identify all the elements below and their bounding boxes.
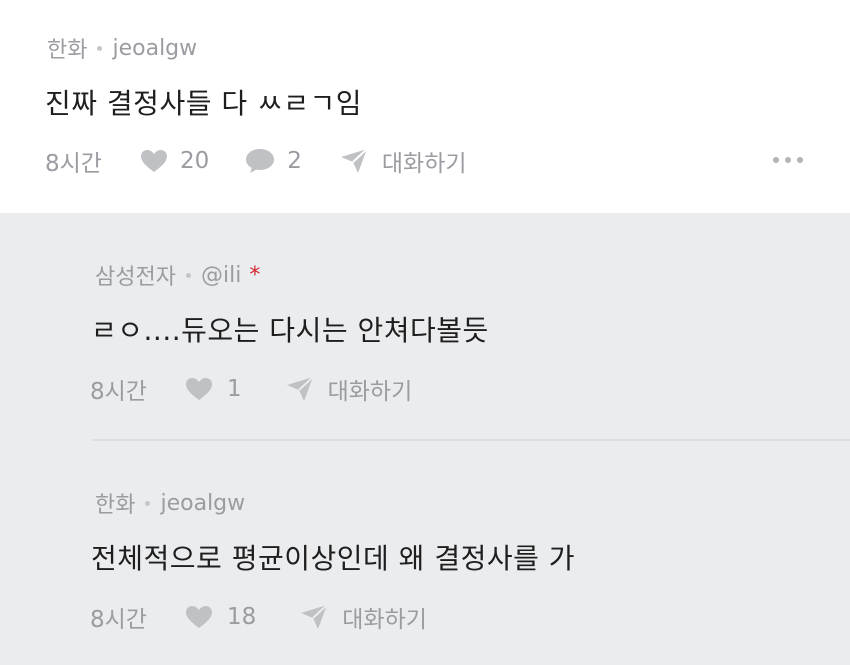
reply-actions: 8시간 1 대화하기: [90, 372, 412, 406]
heart-icon: [185, 378, 212, 400]
heart-icon: [185, 606, 212, 628]
reply-time: 8시간: [90, 379, 147, 405]
reply-button[interactable]: 2: [245, 148, 302, 174]
comment-author-line: 한화 jeoalgw: [47, 32, 197, 64]
comment-text: 진짜 결정사들 다 ㅆㄹㄱ임: [45, 87, 363, 120]
user-name[interactable]: jeoalgw: [112, 36, 197, 61]
speech-bubble-icon: [246, 149, 275, 173]
separator-dot: [145, 500, 151, 506]
paper-plane-icon: [301, 604, 328, 629]
more-dots-icon[interactable]: [773, 157, 803, 163]
separator-dot: [185, 272, 191, 278]
heart-icon: [140, 150, 167, 172]
paper-plane-icon: [340, 148, 368, 173]
chat-button[interactable]: 대화하기: [340, 144, 467, 178]
chat-label: 대화하기: [342, 607, 427, 633]
reply-author-line: 한화 jeoalgw: [95, 487, 245, 519]
user-name[interactable]: jeoalgw: [160, 491, 245, 516]
user-name[interactable]: @ili: [201, 263, 241, 288]
like-count: 20: [179, 148, 210, 174]
comment-time: 8시간: [45, 151, 102, 177]
separator-dot: [97, 45, 103, 51]
reply-actions: 8시간 18 대화하기: [90, 600, 427, 634]
reply-divider: [93, 439, 850, 441]
like-button[interactable]: 20: [140, 148, 209, 174]
company-name[interactable]: 한화: [95, 487, 135, 519]
like-count: 18: [226, 604, 257, 630]
chat-label: 대화하기: [327, 379, 413, 405]
reply-time: 8시간: [90, 607, 147, 633]
comment-actions: 8시간 20 2 대화하기: [45, 144, 467, 178]
like-button[interactable]: 18: [185, 604, 256, 630]
comment-card: 한화 jeoalgw 진짜 결정사들 다 ㅆㄹㄱ임 8시간 20 2 대화하기: [0, 0, 850, 213]
like-count: 1: [226, 376, 242, 402]
chat-label: 대화하기: [381, 151, 467, 177]
reply-author-line: 삼성전자 @ili *: [95, 259, 260, 291]
reply-text: 전체적으로 평균이상인데 왜 결정사를 가: [91, 542, 576, 575]
paper-plane-icon: [286, 376, 314, 401]
reply-text: ㄹㅇ....듀오는 다시는 안쳐다볼듯: [91, 314, 489, 347]
chat-button[interactable]: 대화하기: [300, 600, 427, 634]
chat-button[interactable]: 대화하기: [286, 372, 413, 406]
comment-count: 2: [287, 148, 302, 174]
company-name[interactable]: 한화: [47, 32, 87, 64]
author-badge: *: [249, 262, 261, 288]
company-name[interactable]: 삼성전자: [95, 259, 176, 291]
like-button[interactable]: 1: [185, 376, 242, 402]
